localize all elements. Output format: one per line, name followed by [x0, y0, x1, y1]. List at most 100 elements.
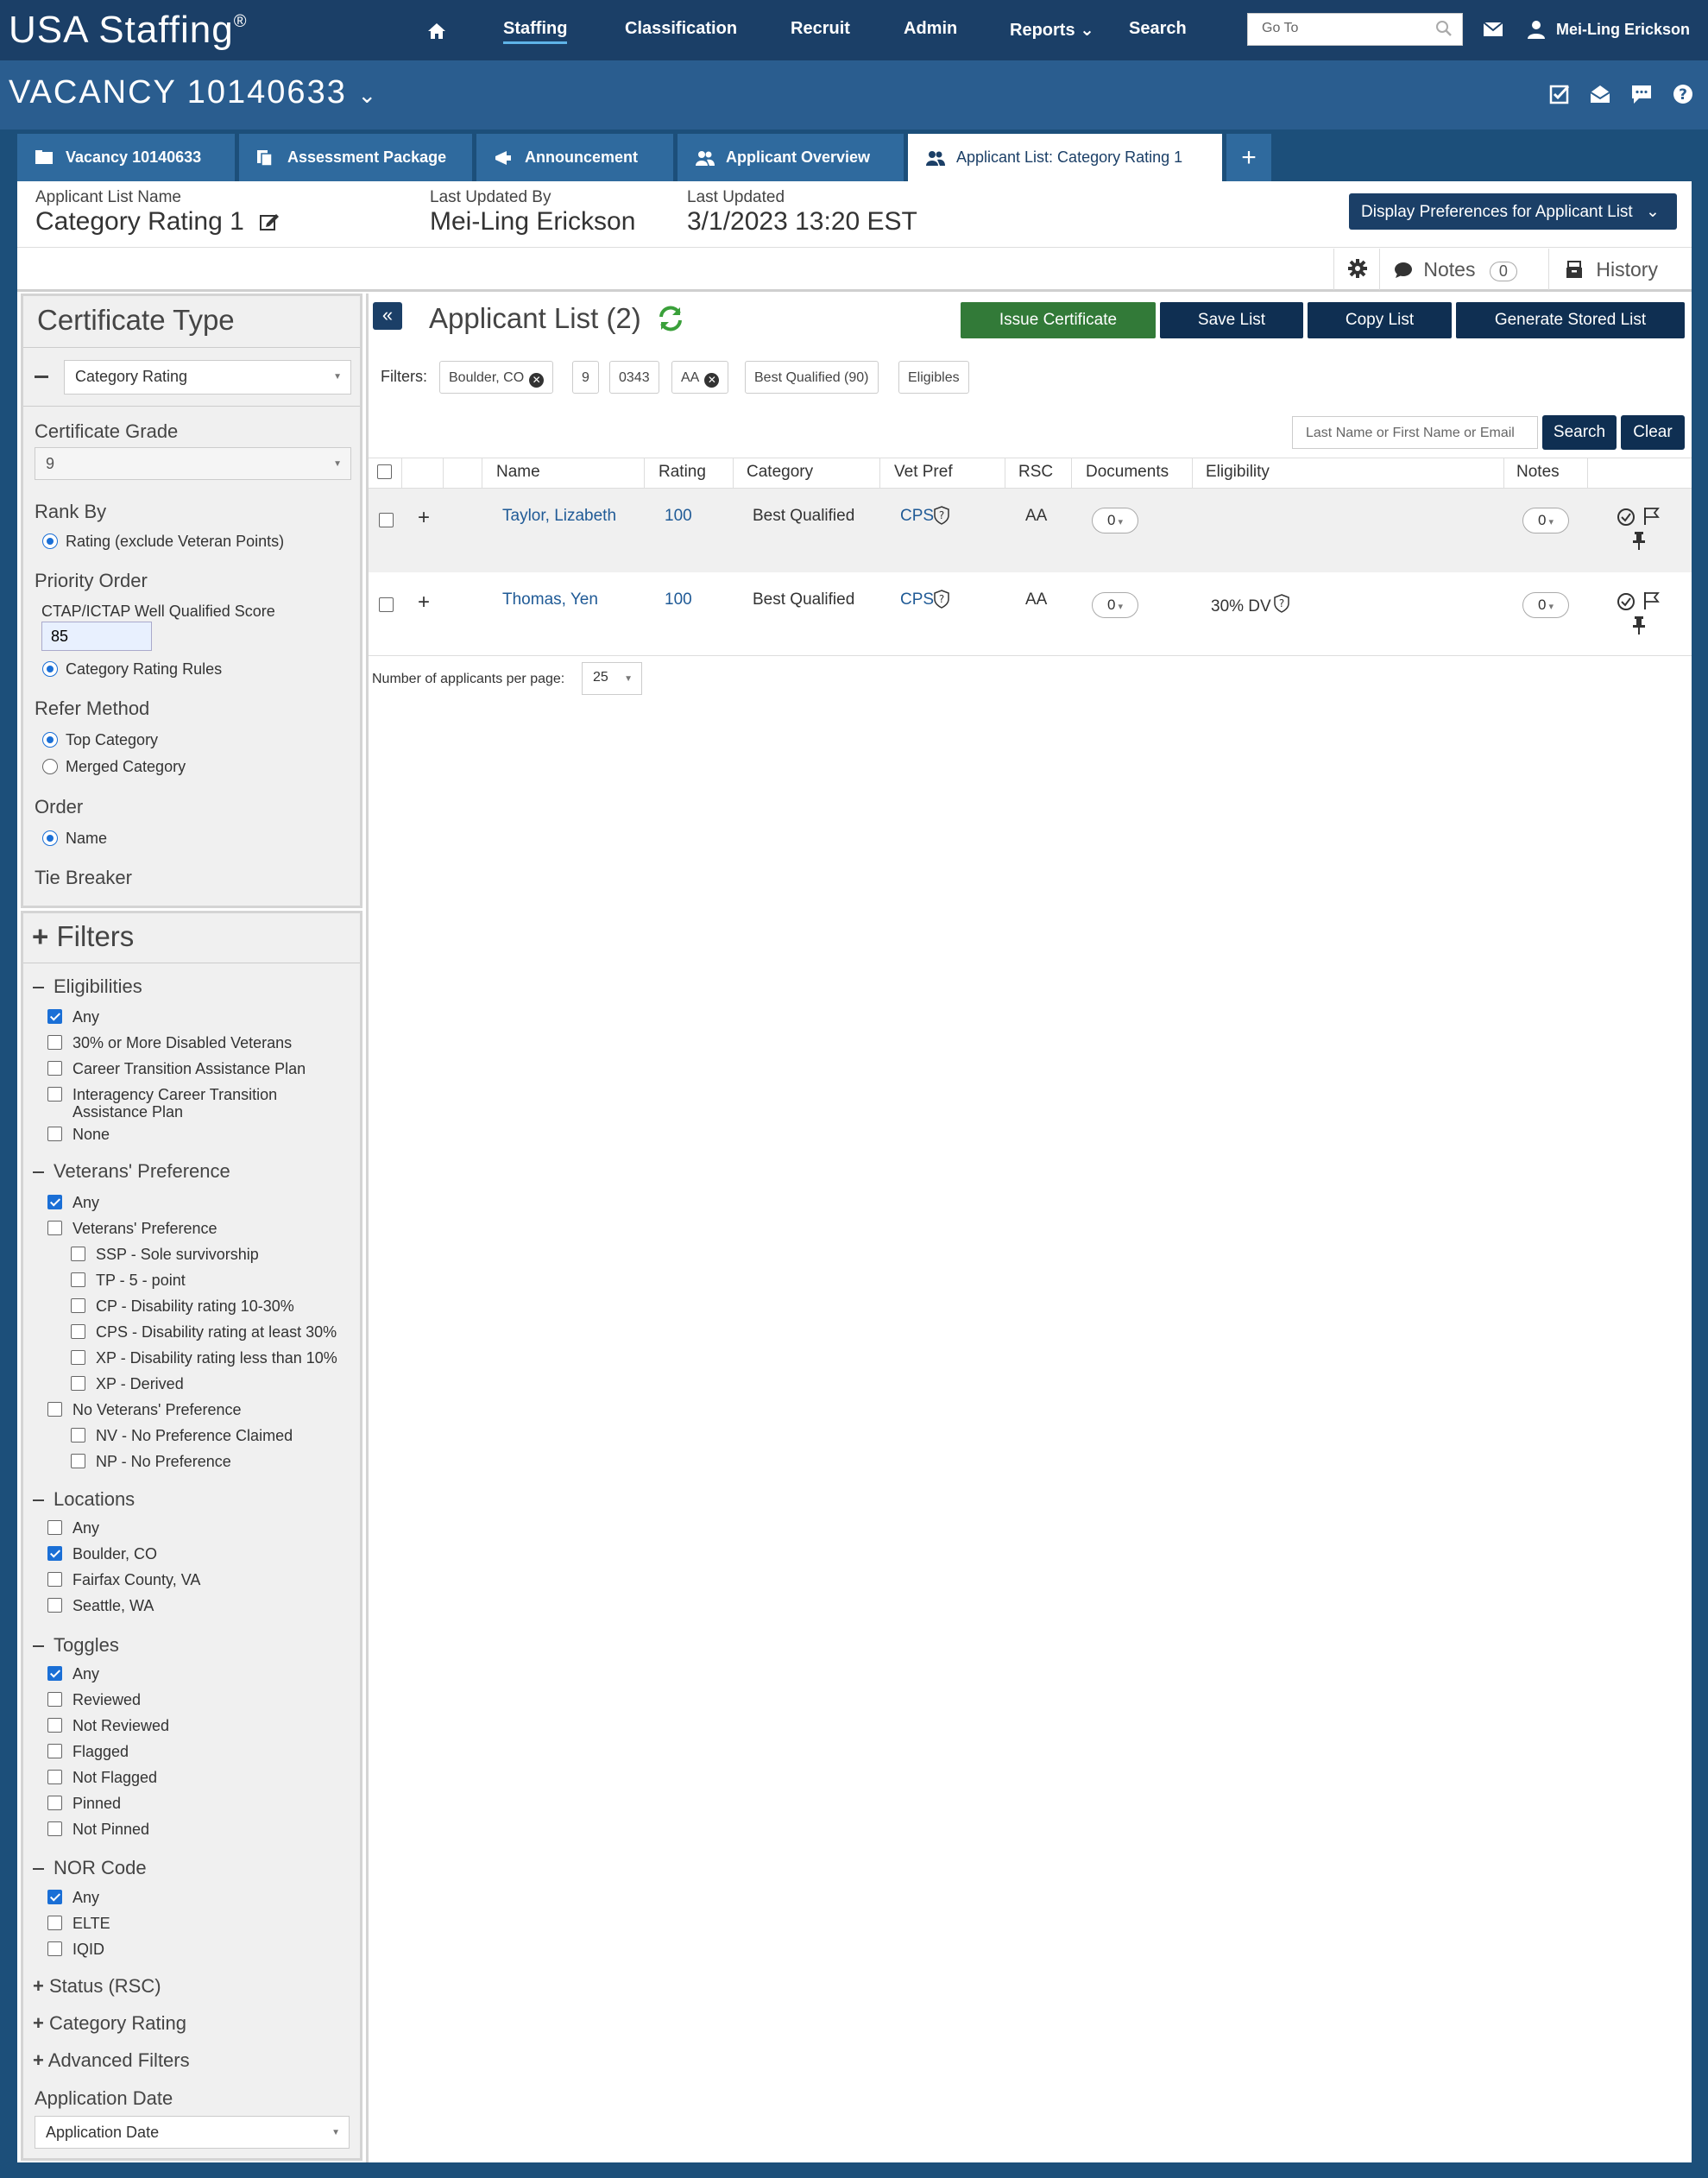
- nor-elte-checkbox[interactable]: [47, 1916, 62, 1930]
- tab-applicant-overview[interactable]: Applicant Overview: [678, 134, 904, 181]
- documents-dropdown[interactable]: 0: [1092, 592, 1138, 618]
- tog-not-flagged-checkbox[interactable]: [47, 1770, 62, 1784]
- search-button[interactable]: Search: [1542, 415, 1617, 450]
- filters-title[interactable]: + Filters: [32, 920, 134, 953]
- application-date-select[interactable]: Application Date: [35, 2116, 350, 2149]
- applicant-name-link[interactable]: Taylor, Lizabeth: [502, 507, 616, 526]
- applicant-rating[interactable]: 100: [665, 590, 692, 609]
- edit-icon[interactable]: [259, 211, 280, 232]
- tab-announcement[interactable]: Announcement: [476, 134, 673, 181]
- nav-admin[interactable]: Admin: [904, 19, 957, 39]
- settings-button[interactable]: [1333, 249, 1378, 290]
- applicant-vet-pref[interactable]: CPS: [900, 507, 934, 526]
- help-shield-icon[interactable]: ?: [934, 590, 949, 609]
- vp-vp-checkbox[interactable]: [47, 1221, 62, 1235]
- history-button[interactable]: History: [1548, 249, 1692, 290]
- loc-fairfax-checkbox[interactable]: [47, 1572, 62, 1587]
- col-category[interactable]: Category: [747, 463, 813, 482]
- collapse-icon[interactable]: [33, 1868, 44, 1870]
- elig-30dv-checkbox[interactable]: [47, 1035, 62, 1050]
- applicant-vet-pref[interactable]: CPS: [900, 590, 934, 609]
- vp-nv-checkbox[interactable]: [71, 1428, 85, 1443]
- notes-button[interactable]: Notes 0: [1379, 249, 1547, 290]
- collapse-icon[interactable]: [33, 1645, 44, 1647]
- elig-ictap-checkbox[interactable]: [47, 1087, 62, 1102]
- applicant-name-link[interactable]: Thomas, Yen: [502, 590, 598, 609]
- pin-icon[interactable]: [1630, 530, 1648, 551]
- col-rating[interactable]: Rating: [659, 463, 706, 482]
- tog-any-checkbox[interactable]: [47, 1666, 62, 1681]
- checklist-icon[interactable]: [1547, 82, 1572, 106]
- collapse-icon[interactable]: [35, 376, 48, 378]
- help-icon[interactable]: ?: [1671, 82, 1695, 106]
- tog-not-reviewed-checkbox[interactable]: [47, 1718, 62, 1733]
- tog-reviewed-checkbox[interactable]: [47, 1692, 62, 1707]
- tog-flagged-checkbox[interactable]: [47, 1744, 62, 1758]
- advanced-filters[interactable]: + Advanced Filters: [33, 2049, 190, 2072]
- close-icon[interactable]: ✕: [529, 373, 545, 388]
- tog-not-pinned-checkbox[interactable]: [47, 1821, 62, 1836]
- comment-icon[interactable]: [1629, 82, 1654, 106]
- elig-any-checkbox[interactable]: [47, 1009, 62, 1024]
- vp-none-checkbox[interactable]: [47, 1402, 62, 1417]
- loc-seattle-checkbox[interactable]: [47, 1598, 62, 1613]
- nor-any-checkbox[interactable]: [47, 1890, 62, 1904]
- notes-dropdown[interactable]: 0: [1522, 592, 1569, 618]
- nav-classification[interactable]: Classification: [625, 19, 737, 39]
- col-rsc[interactable]: RSC: [1018, 463, 1053, 482]
- app-logo[interactable]: USA Staffing®: [9, 9, 247, 52]
- nav-reports[interactable]: Reports ⌄: [1010, 19, 1094, 41]
- nav-recruit[interactable]: Recruit: [791, 19, 850, 39]
- loc-boulder-checkbox[interactable]: [47, 1546, 62, 1561]
- filter-chip-category[interactable]: Best Qualified (90): [745, 361, 879, 394]
- notes-dropdown[interactable]: 0: [1522, 508, 1569, 533]
- col-eligibility[interactable]: Eligibility: [1206, 463, 1270, 482]
- filter-chip-grade[interactable]: 9: [572, 361, 599, 394]
- clear-button[interactable]: Clear: [1621, 415, 1685, 450]
- select-all-checkbox[interactable]: [377, 464, 392, 479]
- collapse-icon[interactable]: [33, 1499, 44, 1501]
- copy-list-button[interactable]: Copy List: [1308, 302, 1452, 338]
- flag-icon[interactable]: [1642, 506, 1661, 527]
- search-icon[interactable]: [1434, 19, 1453, 38]
- issue-certificate-button[interactable]: Issue Certificate: [961, 302, 1156, 338]
- close-icon[interactable]: ✕: [704, 373, 720, 388]
- check-circle-icon[interactable]: [1617, 592, 1636, 611]
- refer-merged-radio[interactable]: [42, 759, 58, 774]
- tab-assessment-package[interactable]: Assessment Package: [239, 134, 472, 181]
- col-documents[interactable]: Documents: [1086, 463, 1169, 482]
- filter-chip-eligibles[interactable]: Eligibles: [898, 361, 969, 394]
- col-name[interactable]: Name: [496, 463, 540, 482]
- order-radio[interactable]: [42, 830, 58, 846]
- priority-radio[interactable]: [42, 661, 58, 677]
- expand-row-icon[interactable]: +: [418, 590, 430, 615]
- goto-input[interactable]: Go To: [1247, 13, 1463, 46]
- pin-icon[interactable]: [1630, 615, 1648, 635]
- row-checkbox[interactable]: [379, 597, 394, 612]
- help-shield-icon[interactable]: ?: [934, 506, 949, 525]
- nor-iqid-checkbox[interactable]: [47, 1941, 62, 1956]
- col-vet-pref[interactable]: Vet Pref: [894, 463, 953, 482]
- filter-chip-series[interactable]: 0343: [609, 361, 659, 394]
- documents-dropdown[interactable]: 0: [1092, 508, 1138, 533]
- rank-by-radio[interactable]: [42, 533, 58, 549]
- collapse-panel-button[interactable]: «: [373, 302, 402, 330]
- vp-xp-checkbox[interactable]: [71, 1350, 85, 1365]
- expand-row-icon[interactable]: +: [418, 506, 430, 530]
- category-rating-filter[interactable]: + Category Rating: [33, 2012, 186, 2035]
- open-mail-icon[interactable]: [1588, 82, 1612, 106]
- vp-xp-derived-checkbox[interactable]: [71, 1376, 85, 1391]
- vacancy-title[interactable]: VACANCY 10140633 ⌄: [9, 74, 378, 111]
- status-rsc-filter[interactable]: + Status (RSC): [33, 1975, 161, 1998]
- mail-icon[interactable]: [1483, 21, 1503, 38]
- help-shield-icon[interactable]: ?: [1274, 594, 1289, 613]
- vp-cp-checkbox[interactable]: [71, 1298, 85, 1313]
- certificate-grade-select[interactable]: 9: [35, 447, 351, 480]
- filter-chip-location[interactable]: Boulder, CO ✕: [439, 361, 554, 394]
- refer-top-radio[interactable]: [42, 732, 58, 748]
- ctap-score-input[interactable]: [41, 622, 152, 651]
- applicant-rating[interactable]: 100: [665, 507, 692, 526]
- save-list-button[interactable]: Save List: [1160, 302, 1303, 338]
- add-tab-button[interactable]: +: [1226, 134, 1271, 181]
- per-page-select[interactable]: 25: [582, 662, 642, 695]
